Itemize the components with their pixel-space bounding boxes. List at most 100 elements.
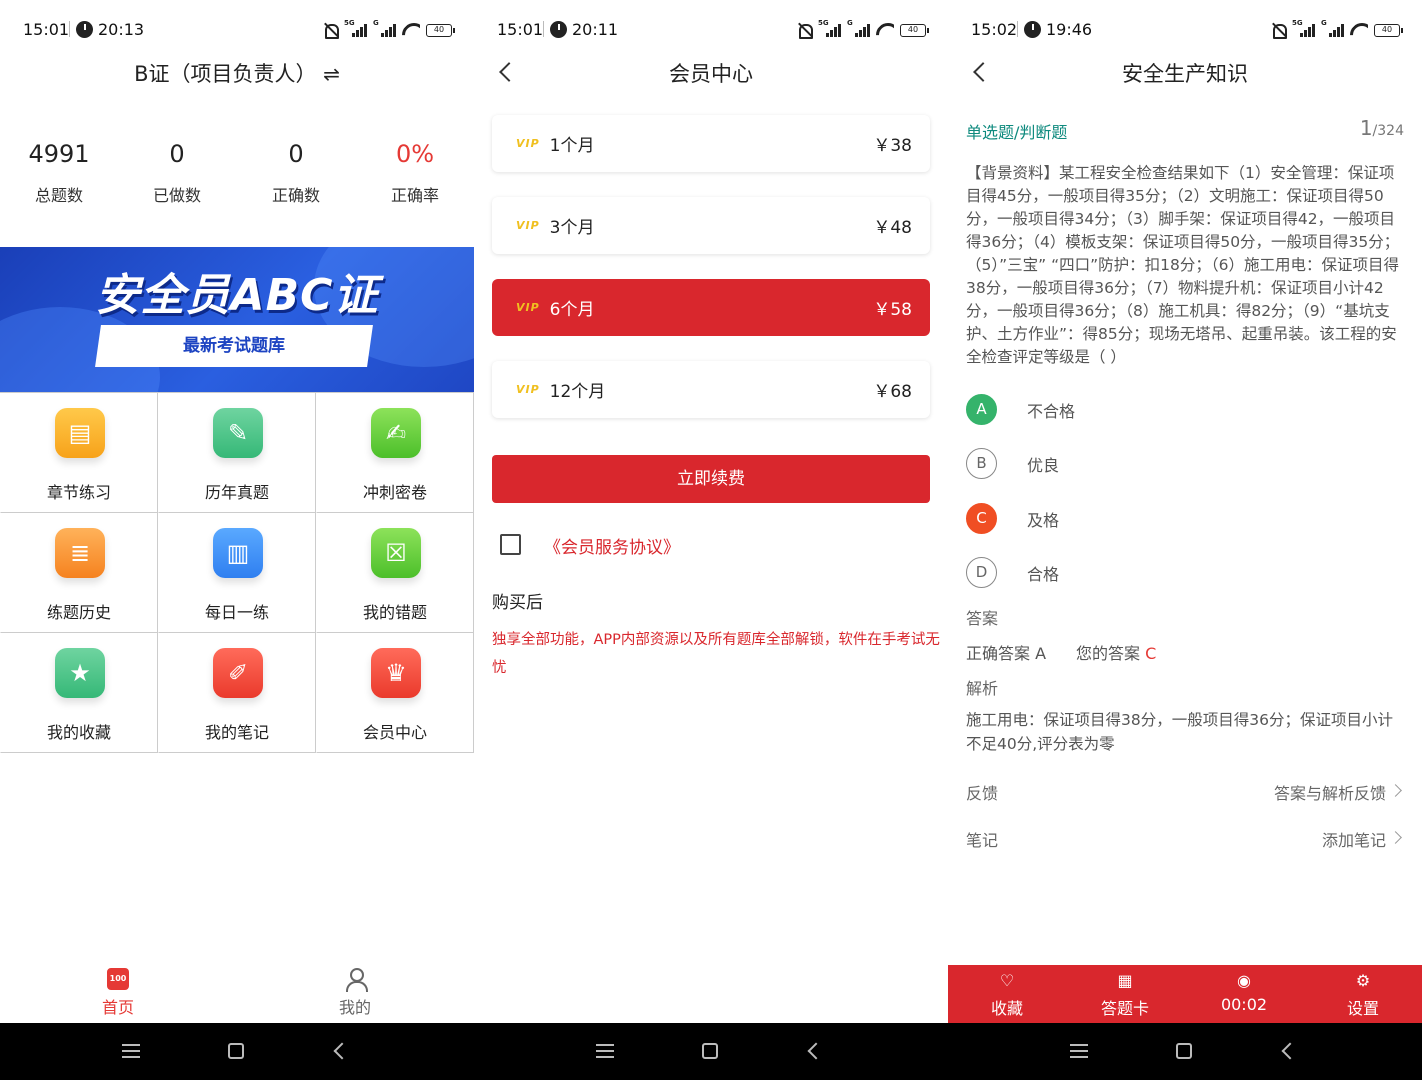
plan-option-1-month[interactable]: VIP 1个月 ￥38 <box>492 115 930 172</box>
renew-button[interactable]: 立即续费 <box>492 455 930 503</box>
question-screen: 15:02 19:46 5G G 40 安全生产知识 单选题/判断题 1/324… <box>948 0 1422 1080</box>
recent-apps-icon[interactable] <box>1070 1044 1088 1058</box>
back-nav-icon[interactable] <box>1281 1042 1299 1060</box>
battery-icon: 40 <box>426 23 455 37</box>
toolbar-label: 设置 <box>1346 999 1379 1018</box>
answer-label: 答案 <box>966 609 999 628</box>
correct-answer-value: A <box>1035 644 1047 663</box>
grid-item-label: 我的错题 <box>362 603 427 622</box>
feedback-label: 反馈 <box>966 784 999 803</box>
page-title: 安全生产知识 <box>1122 62 1248 86</box>
stat-label: 正确率 <box>390 186 439 205</box>
grid-item-past-exams[interactable]: ✎ 历年真题 <box>158 393 316 513</box>
agreement-link[interactable]: 《会员服务协议》 <box>544 533 680 558</box>
home-nav-icon[interactable] <box>702 1043 718 1059</box>
signal-g-icon: G <box>373 19 396 37</box>
grid-item-label: 历年真题 <box>204 483 269 502</box>
recent-apps-icon[interactable] <box>122 1044 140 1058</box>
tab-home[interactable]: 100 首页 <box>58 968 178 1018</box>
stat-label: 已做数 <box>152 186 201 205</box>
status-separator <box>543 21 544 37</box>
plan-option-3-months[interactable]: VIP 3个月 ￥48 <box>492 197 930 254</box>
signal-g-icon: G <box>1321 19 1344 37</box>
timer-button[interactable]: ◉ 00:02 <box>1185 971 1303 1014</box>
trophy-icon: ♛ <box>371 648 421 698</box>
toolbar-label: 收藏 <box>990 999 1023 1018</box>
question-toolbar: ♡ 收藏 ▦ 答题卡 ◉ 00:02 ⚙ 设置 <box>948 965 1422 1023</box>
promo-banner[interactable]: 安全员ABC证 最新考试题库 <box>0 247 474 392</box>
option-d[interactable]: D 合格 <box>966 557 1386 589</box>
wifi-icon <box>1350 23 1368 37</box>
your-answer-label: 您的答案 <box>1076 644 1141 663</box>
option-c[interactable]: C 及格 <box>966 503 1386 535</box>
wifi-icon <box>402 23 420 37</box>
plan-price: ￥58 <box>873 300 912 320</box>
option-b[interactable]: B 优良 <box>966 448 1386 480</box>
home-nav-icon[interactable] <box>228 1043 244 1059</box>
grid-card-icon: ▦ <box>1117 971 1133 990</box>
plan-price: ￥48 <box>873 218 912 238</box>
grid-item-practice-history[interactable]: ≣ 练题历史 <box>0 513 158 633</box>
answer-card-button[interactable]: ▦ 答题卡 <box>1066 971 1184 1019</box>
plan-option-6-months[interactable]: VIP 6个月 ￥58 <box>492 279 930 336</box>
stat-correct: 0 正确数 <box>237 140 355 206</box>
settings-button[interactable]: ⚙ 设置 <box>1304 971 1422 1019</box>
tab-me[interactable]: 我的 <box>295 968 415 1018</box>
home-nav-icon[interactable] <box>1176 1043 1192 1059</box>
grid-item-wrong-questions[interactable]: ☒ 我的错题 <box>316 513 474 633</box>
analysis-label: 解析 <box>966 679 999 698</box>
status-bar: 15:02 19:46 5G G 40 <box>948 0 1422 60</box>
user-icon <box>344 968 368 992</box>
swap-icon[interactable]: ⇌ <box>323 62 340 86</box>
feedback-link[interactable]: 答案与解析反馈 <box>1274 780 1386 804</box>
grid-item-daily-practice[interactable]: ▥ 每日一练 <box>158 513 316 633</box>
mute-bell-icon <box>1270 22 1287 39</box>
stat-accuracy: 0% 正确率 <box>356 140 474 206</box>
stat-value: 4991 <box>28 140 90 168</box>
note-pen-icon: ✐ <box>213 648 263 698</box>
heart-icon: ♡ <box>999 971 1015 990</box>
agreement-checkbox[interactable] <box>500 534 521 555</box>
status-separator <box>1017 21 1018 37</box>
note-label: 笔记 <box>966 831 999 850</box>
page-title: B证（项目负责人） <box>134 62 317 86</box>
page-title: 会员中心 <box>669 62 753 86</box>
stat-value: 0 <box>288 140 304 168</box>
document-icon: ▤ <box>55 408 105 458</box>
grid-item-member-center[interactable]: ♛ 会员中心 <box>316 633 474 753</box>
clock-check-icon: ◉ <box>1237 971 1251 990</box>
stat-label: 总题数 <box>34 186 83 205</box>
plan-option-12-months[interactable]: VIP 12个月 ￥68 <box>492 361 930 418</box>
grid-item-notes[interactable]: ✐ 我的笔记 <box>158 633 316 753</box>
grid-item-favorites[interactable]: ★ 我的收藏 <box>0 633 158 753</box>
signal-g-icon: G <box>847 19 870 37</box>
signal-5g-icon: 5G <box>1292 19 1315 37</box>
status-alarm-time: 20:13 <box>98 20 145 39</box>
grid-item-chapter-practice[interactable]: ▤ 章节练习 <box>0 393 158 513</box>
banner-title: 安全员ABC证 <box>95 270 379 321</box>
battery-icon: 40 <box>900 23 929 37</box>
option-text: 合格 <box>1027 565 1060 584</box>
page-title-row[interactable]: B证（项目负责人） ⇌ <box>0 58 474 88</box>
add-note-link[interactable]: 添加笔记 <box>1322 827 1386 851</box>
recent-apps-icon[interactable] <box>596 1044 614 1058</box>
vip-badge-icon: VIP <box>516 383 540 396</box>
stat-total: 4991 总题数 <box>0 140 118 206</box>
home-screen: 15:01 20:13 5G G 40 B证（项目负责人） ⇌ 4991 总题数… <box>0 0 474 1080</box>
plan-price: ￥68 <box>873 382 912 402</box>
system-nav-bar <box>948 1023 1422 1080</box>
favorite-button[interactable]: ♡ 收藏 <box>948 971 1066 1019</box>
back-nav-icon[interactable] <box>807 1042 825 1060</box>
tab-label: 我的 <box>338 998 371 1017</box>
option-letter: C <box>966 503 997 534</box>
after-purchase-desc: 独享全部功能，APP内部资源以及所有题库全部解锁，软件在手考试无忧 <box>492 632 940 676</box>
grid-item-label: 章节练习 <box>46 483 111 502</box>
feature-grid: ▤ 章节练习 ✎ 历年真题 ✍ 冲刺密卷 ≣ 练题历史 ▥ 每日一练 ☒ 我的错… <box>0 392 474 753</box>
plan-name: 1个月 <box>549 136 595 156</box>
option-a[interactable]: A 不合格 <box>966 394 1386 426</box>
correct-answer: 正确答案 A <box>966 640 1046 664</box>
grid-item-sprint-papers[interactable]: ✍ 冲刺密卷 <box>316 393 474 513</box>
back-nav-icon[interactable] <box>333 1042 351 1060</box>
option-text: 及格 <box>1027 511 1060 530</box>
grid-item-label: 冲刺密卷 <box>362 483 427 502</box>
